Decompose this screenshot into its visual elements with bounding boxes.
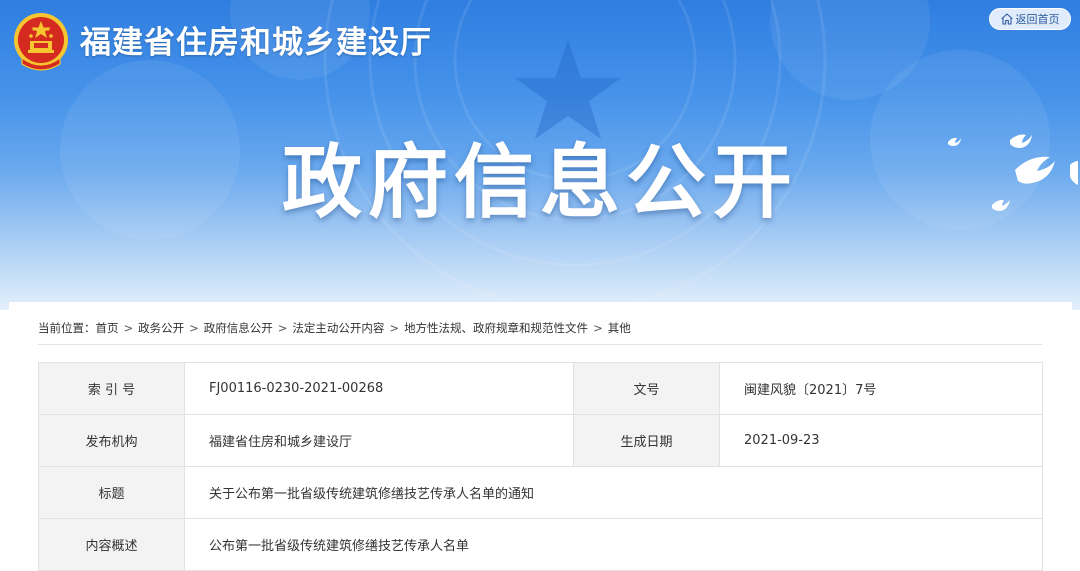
breadcrumb-item-home[interactable]: 首页	[96, 320, 119, 336]
table-row: 内容概述 公布第一批省级传统建筑修缮技艺传承人名单	[38, 518, 1043, 571]
breadcrumb-item-regulations[interactable]: 地方性法规、政府规章和规范性文件	[404, 320, 588, 336]
breadcrumb-item-info-disclosure[interactable]: 政府信息公开	[204, 320, 273, 336]
hero-title: 政府信息公开	[282, 136, 798, 229]
national-emblem-icon	[14, 13, 68, 71]
table-row: 发布机构 福建省住房和城乡建设厅 生成日期 2021-09-23	[38, 414, 1043, 467]
title-value: 关于公布第一批省级传统建筑修缮技艺传承人名单的通知	[184, 466, 1043, 519]
document-number-label: 文号	[573, 362, 720, 415]
creation-date-label: 生成日期	[573, 414, 720, 467]
summary-label: 内容概述	[38, 518, 185, 571]
summary-value: 公布第一批省级传统建筑修缮技艺传承人名单	[184, 518, 1043, 571]
index-number-value: FJ00116-0230-2021-00268	[184, 362, 574, 415]
publisher-value: 福建省住房和城乡建设厅	[184, 414, 574, 467]
dove-icon	[948, 134, 1078, 211]
breadcrumb-separator: >	[277, 321, 288, 335]
breadcrumb-item-other[interactable]: 其他	[608, 320, 631, 336]
return-home-button[interactable]: 返回首页	[989, 8, 1071, 30]
title-label: 标题	[38, 466, 185, 519]
breadcrumb-item-government-affairs[interactable]: 政务公开	[138, 320, 184, 336]
publisher-label: 发布机构	[38, 414, 185, 467]
index-number-label: 索 引 号	[38, 362, 185, 415]
return-home-label: 返回首页	[1015, 13, 1060, 26]
site-title: 福建省住房和城乡建设厅	[80, 25, 432, 61]
breadcrumb-separator: >	[189, 321, 199, 335]
breadcrumb-separator: >	[389, 321, 400, 335]
home-icon	[1000, 13, 1013, 25]
table-row: 标题 关于公布第一批省级传统建筑修缮技艺传承人名单的通知	[38, 466, 1043, 519]
breadcrumb-separator: >	[593, 321, 603, 335]
document-number-value: 闽建风貌〔2021〕7号	[719, 362, 1043, 415]
document-metadata-table: 索 引 号 FJ00116-0230-2021-00268 文号 闽建风貌〔20…	[38, 362, 1043, 571]
breadcrumb-divider	[38, 344, 1042, 345]
creation-date-value: 2021-09-23	[719, 414, 1043, 467]
breadcrumb-prefix: 当前位置：	[38, 321, 96, 335]
table-row: 索 引 号 FJ00116-0230-2021-00268 文号 闽建风貌〔20…	[38, 362, 1043, 415]
breadcrumb-item-statutory-content[interactable]: 法定主动公开内容	[292, 320, 384, 336]
breadcrumb: 当前位置： 首页 > 政务公开 > 政府信息公开 > 法定主动公开内容 > 地方…	[38, 320, 631, 336]
breadcrumb-separator: >	[123, 321, 134, 335]
